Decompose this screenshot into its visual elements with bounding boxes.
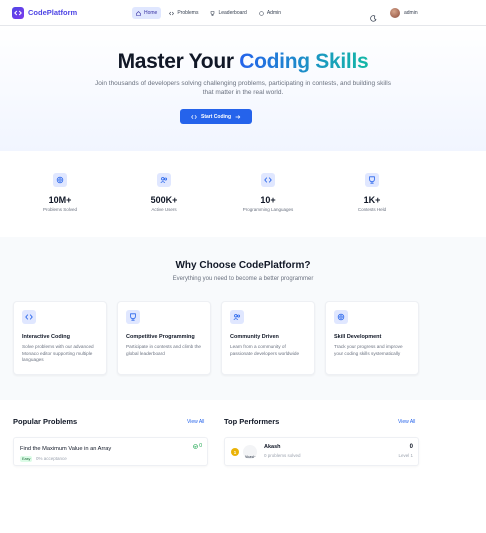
problem-count-value: 0: [199, 443, 202, 449]
stat-problems-solved: 10M+ Problems Solved: [20, 173, 100, 212]
stat-label: Contests Held: [357, 207, 387, 212]
performer-solved: 0 problems solved: [264, 453, 301, 458]
feature-card: Interactive Coding Solve problems with o…: [13, 301, 107, 375]
code-icon: [191, 114, 197, 119]
nav-link-label: Admin: [266, 10, 282, 16]
home-icon: [136, 10, 141, 16]
user-name: admin: [404, 10, 418, 16]
popular-view-all-link[interactable]: View All: [187, 419, 204, 425]
shield-icon: [259, 10, 264, 16]
feature-title: Competitive Programming: [126, 334, 195, 340]
hero-section: Master Your Coding Skills Join thousands…: [0, 26, 486, 151]
problem-card[interactable]: Find the Maximum Value in an Array 0 Eas…: [13, 437, 208, 466]
problem-solved-count: 0: [193, 443, 202, 449]
top-performers-title: Top Performers: [224, 417, 280, 426]
trophy-icon: [126, 310, 140, 324]
feature-desc: Participate in contests and climb the gl…: [126, 344, 202, 356]
nav-link-label: Home: [144, 10, 158, 16]
stat-value: 1K+: [363, 195, 381, 205]
nav-link-label: Problems: [177, 10, 199, 16]
start-coding-label: Start Coding: [201, 113, 231, 120]
performers-view-all-link[interactable]: View All: [398, 419, 415, 425]
difficulty-badge: Easy: [20, 456, 33, 462]
nav-links: Home Problems Leaderboard Admin: [132, 7, 285, 19]
code-icon: [22, 310, 36, 324]
feature-title: Interactive Coding: [22, 334, 70, 340]
avatar: [390, 8, 400, 18]
performer-score: 0: [409, 444, 413, 450]
why-title: Why Choose CodePlatform?: [175, 260, 311, 271]
why-section: Why Choose CodePlatform? Everything you …: [0, 237, 486, 400]
performer-card[interactable]: 1 Akash Akash 0 problems solved 0 Level …: [224, 437, 419, 466]
nav-link-problems[interactable]: Problems: [165, 7, 202, 19]
trophy-icon: [211, 10, 215, 16]
start-coding-button[interactable]: Start Coding: [180, 109, 252, 124]
performer-level: Level 1: [398, 453, 413, 458]
popular-problems-title: Popular Problems: [13, 417, 78, 426]
why-subtitle: Everything you need to become a better p…: [172, 276, 314, 282]
code-icon: [169, 11, 175, 15]
stat-value: 500K+: [150, 195, 178, 205]
target-icon: [334, 310, 348, 324]
problem-title: Find the Maximum Value in an Array: [20, 446, 112, 452]
moon-icon: [370, 15, 377, 22]
feature-desc: Solve problems with our advanced Monaco …: [22, 344, 94, 362]
theme-toggle-button[interactable]: [370, 9, 377, 27]
acceptance-rate: 0% acceptance: [36, 456, 67, 461]
stat-label: Active Users: [151, 207, 177, 212]
stat-active-users: 500K+ Active Users: [124, 173, 204, 212]
rank-badge: 1: [231, 448, 239, 456]
trophy-icon: [365, 173, 379, 187]
stat-label: Programming Languages: [242, 207, 294, 212]
performer-name: Akash: [264, 444, 281, 450]
feature-card: Competitive Programming Participate in c…: [117, 301, 211, 375]
stat-contests: 1K+ Contests Held: [332, 173, 412, 212]
feature-title: Skill Development: [334, 334, 382, 340]
nav-link-home[interactable]: Home: [132, 7, 162, 19]
nav-link-label: Leaderboard: [218, 10, 247, 16]
hero-title-plain: Master Your: [117, 50, 240, 73]
nav-link-admin[interactable]: Admin: [255, 7, 285, 19]
brand[interactable]: CodePlatform: [12, 6, 78, 19]
code-icon: [261, 173, 275, 187]
stat-value: 10M+: [48, 195, 72, 205]
hero-title: Master Your Coding Skills: [0, 50, 486, 74]
feature-card: Skill Development Track your progress an…: [325, 301, 419, 375]
brand-name: CodePlatform: [28, 8, 78, 17]
arrow-right-icon: [235, 114, 241, 119]
code-logo-icon: [12, 6, 24, 19]
user-menu[interactable]: admin: [390, 8, 418, 18]
target-icon: [53, 173, 67, 187]
stats-section: 10M+ Problems Solved 500K+ Active Users …: [0, 151, 486, 237]
users-icon: [230, 310, 244, 324]
stat-languages: 10+ Programming Languages: [228, 173, 308, 212]
bottom-section: Popular Problems View All Find the Maxim…: [0, 400, 486, 533]
avatar: Akash: [243, 445, 257, 459]
top-navbar: CodePlatform Home Problems Leaderboard A…: [0, 0, 486, 26]
stat-label: Problems Solved: [42, 207, 78, 212]
feature-card: Community Driven Learn from a community …: [221, 301, 315, 375]
feature-desc: Learn from a community of passionate dev…: [230, 344, 300, 356]
nav-link-leaderboard[interactable]: Leaderboard: [206, 7, 250, 19]
stat-value: 10+: [260, 195, 276, 205]
feature-desc: Track your progress and improve your cod…: [334, 344, 403, 356]
hero-subtitle: Join thousands of developers solving cha…: [95, 80, 391, 96]
check-circle-icon: [193, 443, 199, 449]
users-icon: [157, 173, 171, 187]
feature-title: Community Driven: [230, 334, 279, 340]
hero-title-highlight: Coding Skills: [239, 50, 369, 73]
